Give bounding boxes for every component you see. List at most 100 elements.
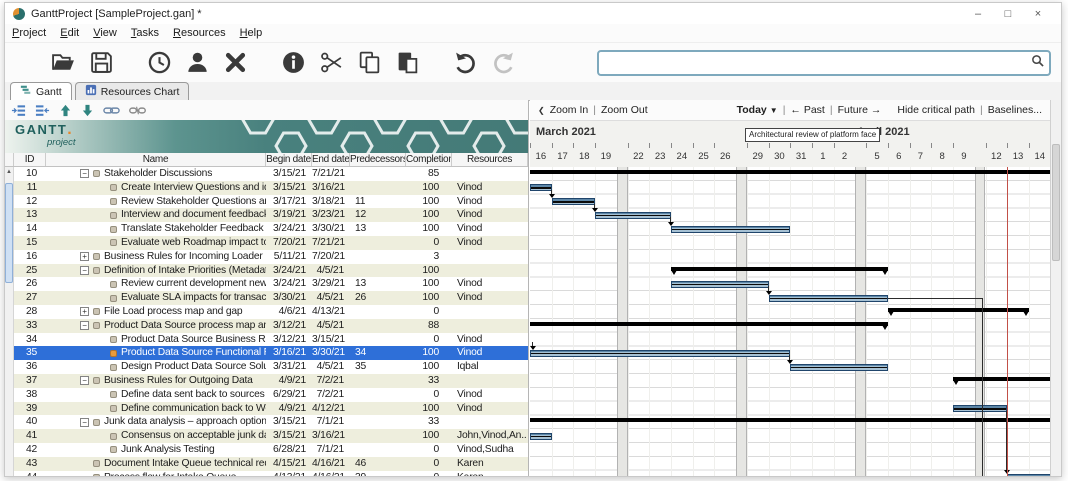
menu-project[interactable]: Project (5, 27, 53, 39)
zoom-in-link[interactable]: Zoom In (550, 104, 589, 116)
tab-resources-chart[interactable]: Resources Chart (75, 82, 190, 100)
clock-icon[interactable] (147, 50, 172, 75)
table-row-14[interactable]: 14Translate Stakeholder Feedback into Bu… (14, 222, 528, 236)
task-bar-14[interactable] (671, 226, 790, 233)
today-dropdown[interactable]: Today (737, 104, 767, 116)
column-header-id[interactable]: ID (14, 153, 46, 166)
task-bar-44[interactable] (1007, 474, 1050, 476)
copy-icon[interactable] (357, 50, 382, 75)
task-bar-26[interactable] (671, 281, 769, 288)
collapse-toggle-icon[interactable]: − (80, 376, 89, 385)
move-down-icon[interactable] (81, 104, 94, 117)
table-row-12[interactable]: 12Review Stakeholder Questions and Inter… (14, 195, 528, 209)
table-row-39[interactable]: 39Define communication back to Web for.4… (14, 402, 528, 416)
collapse-toggle-icon[interactable]: − (80, 266, 89, 275)
table-row-28[interactable]: 28+File Load process map and gap4/6/214/… (14, 305, 528, 319)
table-row-15[interactable]: 15Evaluate web Roadmap impact to proje7/… (14, 236, 528, 250)
table-row-35[interactable]: 35Product Data Source Functional Require… (14, 346, 528, 360)
future-link[interactable]: Future → (838, 104, 882, 116)
summary-bar-33[interactable] (530, 322, 888, 326)
column-header-end-date[interactable]: End date (312, 153, 350, 166)
table-row-40[interactable]: 40−Junk data analysis – approach options… (14, 415, 528, 429)
open-icon[interactable] (51, 50, 76, 75)
zoom-out-link[interactable]: Zoom Out (601, 104, 648, 116)
person-icon[interactable] (185, 50, 210, 75)
table-row-26[interactable]: 26Review current development new Priorit… (14, 277, 528, 291)
search-icon[interactable] (1031, 54, 1044, 72)
cut-icon[interactable] (319, 50, 344, 75)
table-row-44[interactable]: 44Process flow for Intake Queue4/13/214/… (14, 471, 528, 476)
link-icon[interactable] (103, 105, 120, 116)
column-header-completion[interactable]: Completion (406, 153, 452, 166)
menu-view[interactable]: View (86, 27, 124, 39)
save-icon[interactable] (89, 50, 114, 75)
task-bar-27[interactable] (769, 295, 888, 302)
delete-icon[interactable] (223, 50, 248, 75)
task-name: Evaluate SLA impacts for transaction so.… (121, 291, 266, 305)
expand-toggle-icon[interactable]: + (80, 252, 89, 261)
table-row-41[interactable]: 41Consensus on acceptable junk data%3/15… (14, 429, 528, 443)
collapse-toggle-icon[interactable]: − (80, 321, 89, 330)
table-vertical-scrollbar[interactable]: ▲ (5, 167, 14, 476)
undo-icon[interactable] (453, 50, 478, 75)
chart-vertical-scrollbar[interactable] (1050, 100, 1061, 476)
table-row-25[interactable]: 25−Definition of Intake Priorities (Meta… (14, 264, 528, 278)
table-row-11[interactable]: 11Create Interview Questions and identif… (14, 181, 528, 195)
table-row-43[interactable]: 43Document Intake Queue technical requir… (14, 457, 528, 471)
column-header-begin-date[interactable]: Begin date (266, 153, 312, 166)
task-bar-11[interactable] (530, 184, 552, 191)
paste-icon[interactable] (395, 50, 420, 75)
table-row-16[interactable]: 16+Business Rules for Incoming Loader Da… (14, 250, 528, 264)
table-row-27[interactable]: 27Evaluate SLA impacts for transaction s… (14, 291, 528, 305)
menu-help[interactable]: Help (233, 27, 270, 39)
task-bar-12[interactable] (552, 198, 595, 205)
column-header-name[interactable]: Name (46, 153, 266, 166)
scroll-up-arrow-icon[interactable]: ▲ (5, 167, 13, 177)
table-row-42[interactable]: 42Junk Analysis Testing6/28/217/1/210Vin… (14, 443, 528, 457)
table-row-36[interactable]: 36Design Product Data Source Solution3/3… (14, 360, 528, 374)
summary-bar-10[interactable] (530, 170, 1050, 174)
menu-edit[interactable]: Edit (53, 27, 86, 39)
expand-toggle-icon[interactable]: + (80, 307, 89, 316)
column-header-predecessors[interactable]: Predecessors (350, 153, 406, 166)
info-icon[interactable] (281, 50, 306, 75)
scrollbar-thumb[interactable] (1052, 144, 1060, 261)
task-bar-41[interactable] (530, 433, 552, 440)
table-row-33[interactable]: 33−Product Data Source process map and g… (14, 319, 528, 333)
task-bar-39[interactable] (953, 405, 1007, 412)
scrollbar-thumb[interactable] (5, 183, 13, 283)
task-bar-13[interactable] (595, 212, 671, 219)
task-name: Translate Stakeholder Feedback into Bu. (121, 222, 266, 236)
outdent-icon[interactable] (35, 103, 50, 118)
search-input[interactable] (604, 56, 1031, 70)
table-row-13[interactable]: 13Interview and document feedback for st… (14, 208, 528, 222)
move-up-icon[interactable] (59, 104, 72, 117)
table-row-34[interactable]: 34Product Data Source Business Requirem.… (14, 333, 528, 347)
task-bar-35[interactable] (530, 350, 790, 357)
task-bar-36[interactable] (790, 364, 888, 371)
maximize-button[interactable]: □ (993, 8, 1023, 20)
unlink-icon[interactable] (129, 105, 146, 116)
summary-bar-40[interactable] (530, 418, 1050, 422)
tab-gantt[interactable]: Gantt (10, 82, 72, 100)
menu-resources[interactable]: Resources (166, 27, 233, 39)
hide-critical-path-link[interactable]: Hide critical path (897, 104, 975, 116)
task-name: Consensus on acceptable junk data% (121, 429, 266, 443)
month-label-march: March 2021 (536, 126, 596, 138)
indent-icon[interactable] (11, 103, 26, 118)
summary-bar-37[interactable] (953, 377, 1050, 381)
table-row-37[interactable]: 37−Business Rules for Outgoing Data4/9/2… (14, 374, 528, 388)
past-link[interactable]: ← Past (790, 104, 824, 116)
minimize-button[interactable]: – (963, 8, 993, 20)
table-row-10[interactable]: 10−Stakeholder Discussions3/15/217/21/21… (14, 167, 528, 181)
column-header-resources[interactable]: Resources (452, 153, 528, 166)
collapse-panel-icon[interactable]: ❮ (538, 106, 545, 115)
chevron-down-icon[interactable]: ▼ (770, 106, 778, 115)
collapse-toggle-icon[interactable]: − (80, 169, 89, 178)
baselines-link[interactable]: Baselines... (988, 104, 1042, 116)
collapse-toggle-icon[interactable]: − (80, 418, 89, 427)
menu-tasks[interactable]: Tasks (124, 27, 166, 39)
summary-bar-25[interactable] (671, 267, 888, 271)
table-row-38[interactable]: 38Define data sent back to sources6/29/2… (14, 388, 528, 402)
close-button[interactable]: × (1023, 8, 1053, 20)
